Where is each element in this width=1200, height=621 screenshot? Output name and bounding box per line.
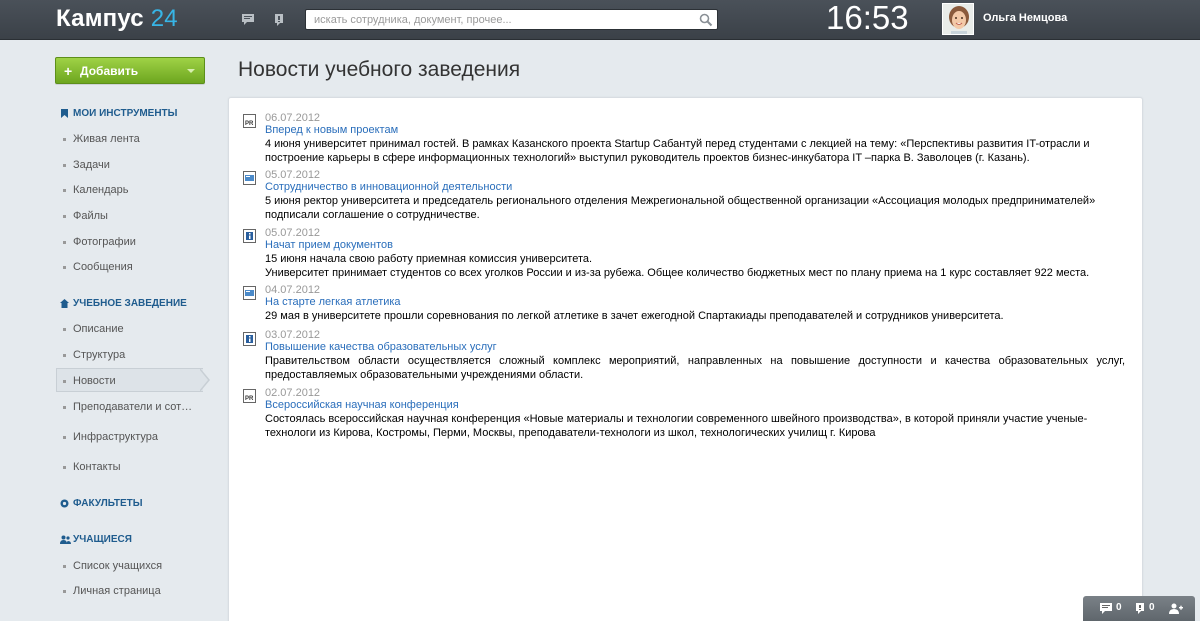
alerts-count: 0 [1149,602,1155,613]
sidebar: + Добавить МОИ ИНСТРУМЕНТЫ Живая лента З… [0,0,225,621]
news-text: Университет принимает студентов со всех … [265,267,1090,279]
bullet-icon [63,590,66,593]
section-my-tools[interactable]: МОИ ИНСТРУМЕНТЫ [73,108,177,119]
presentation-icon [243,286,256,300]
messages-count: 0 [1116,602,1122,613]
sidebar-item-teachers[interactable]: Преподаватели и сотрудники [73,401,195,413]
bullet-icon [63,466,66,469]
sidebar-item-personal-page[interactable]: Личная страница [73,585,203,597]
sidebar-item-structure[interactable]: Структура [73,349,203,361]
news-text: Правительством области осуществляется сл… [265,355,1125,381]
chat-icon[interactable] [1100,603,1112,614]
sidebar-item-calendar[interactable]: Календарь [73,184,203,196]
notifications-icon[interactable] [272,13,286,26]
news-item: 03.07.2012 Повышение качества образовате… [265,329,1125,382]
sidebar-item-infrastructure[interactable]: Инфраструктура [73,431,203,443]
news-item: 02.07.2012 Всероссийская научная конфере… [265,387,1125,440]
news-title-link[interactable]: Начат прием документов [265,239,1125,252]
bullet-icon [63,406,66,409]
bullet-icon [63,189,66,192]
news-date: 03.07.2012 [265,329,321,341]
news-item: 06.07.2012 Вперед к новым проектам 4 июн… [265,112,1125,165]
news-date: 05.07.2012 [265,227,321,239]
news-item: 05.07.2012 Начат прием документов 15 июн… [265,227,1125,280]
news-text: 4 июня университет принимал гостей. В ра… [265,138,1090,164]
bullet-icon [63,241,66,244]
bullet-icon [63,354,66,357]
bullet-icon [63,215,66,218]
sidebar-item-files[interactable]: Файлы [73,210,203,222]
add-user-icon[interactable] [1169,603,1183,614]
news-text: 29 мая в университете прошли соревновани… [265,310,1004,322]
news-item: 05.07.2012 Сотрудничество в инновационно… [265,169,1125,222]
bottom-toolbar: 0 0 [1083,596,1195,621]
user-photo-icon [943,4,973,34]
news-text: Состоялась всероссийская научная конфере… [265,413,1088,439]
news-text: 5 июня ректор университета и председател… [265,195,1096,221]
svg-text:PR: PR [245,121,254,127]
search-icon[interactable] [699,13,713,27]
bookmark-icon [61,109,68,118]
bullet-icon [63,164,66,167]
sidebar-item-contacts[interactable]: Контакты [73,461,203,473]
page-title: Новости учебного заведения [238,58,521,81]
pr-icon: PR [243,389,256,403]
news-title-link[interactable]: Вперед к новым проектам [265,124,1125,137]
bullet-icon [63,565,66,568]
news-title-link[interactable]: На старте легкая атлетика [265,296,1125,309]
chat-icon[interactable] [241,13,255,26]
plus-icon: + [64,63,73,79]
news-text: 15 июня начала свою работу приемная коми… [265,253,593,265]
chevron-down-icon[interactable] [187,69,195,73]
info-icon [243,332,256,346]
add-button[interactable]: + Добавить [55,57,205,84]
notifications-icon[interactable] [1134,603,1146,614]
section-school[interactable]: УЧЕБНОЕ ЗАВЕДЕНИЕ [73,298,187,309]
user-name[interactable]: Ольга Немцова [983,12,1067,24]
add-button-label: Добавить [80,64,139,78]
bullet-icon [63,138,66,141]
bullet-icon [63,436,66,439]
sidebar-item-messages[interactable]: Сообщения [73,261,203,273]
news-date: 04.07.2012 [265,284,321,296]
search-box [305,9,718,30]
sidebar-item-live-feed[interactable]: Живая лента [73,133,203,145]
school-icon [60,299,69,308]
search-input[interactable] [314,12,684,27]
sidebar-item-description[interactable]: Описание [73,323,203,335]
section-students[interactable]: УЧАЩИЕСЯ [73,534,132,545]
news-date: 06.07.2012 [265,112,321,124]
news-date: 02.07.2012 [265,387,321,399]
users-icon [60,535,71,544]
svg-text:PR: PR [245,396,254,402]
news-title-link[interactable]: Повышение качества образовательных услуг [265,341,1125,354]
sidebar-item-photos[interactable]: Фотографии [73,236,203,248]
avatar[interactable] [942,3,974,35]
sidebar-item-news[interactable]: Новости [73,375,203,387]
sidebar-item-students-list[interactable]: Список учащихся [73,560,203,572]
bullet-icon [63,380,66,383]
news-title-link[interactable]: Всероссийская научная конференция [265,399,1125,412]
bullet-icon [63,328,66,331]
presentation-icon [243,171,256,185]
pr-icon: PR [243,114,256,128]
news-date: 05.07.2012 [265,169,321,181]
bullet-icon [63,266,66,269]
news-item: 04.07.2012 На старте легкая атлетика 29 … [265,284,1125,323]
info-icon [243,229,256,243]
section-faculties[interactable]: ФАКУЛЬТЕТЫ [73,498,143,509]
sidebar-item-tasks[interactable]: Задачи [73,159,203,171]
news-title-link[interactable]: Сотрудничество в инновационной деятельно… [265,181,1125,194]
gear-icon [60,499,69,508]
clock: 16:53 [826,0,909,36]
